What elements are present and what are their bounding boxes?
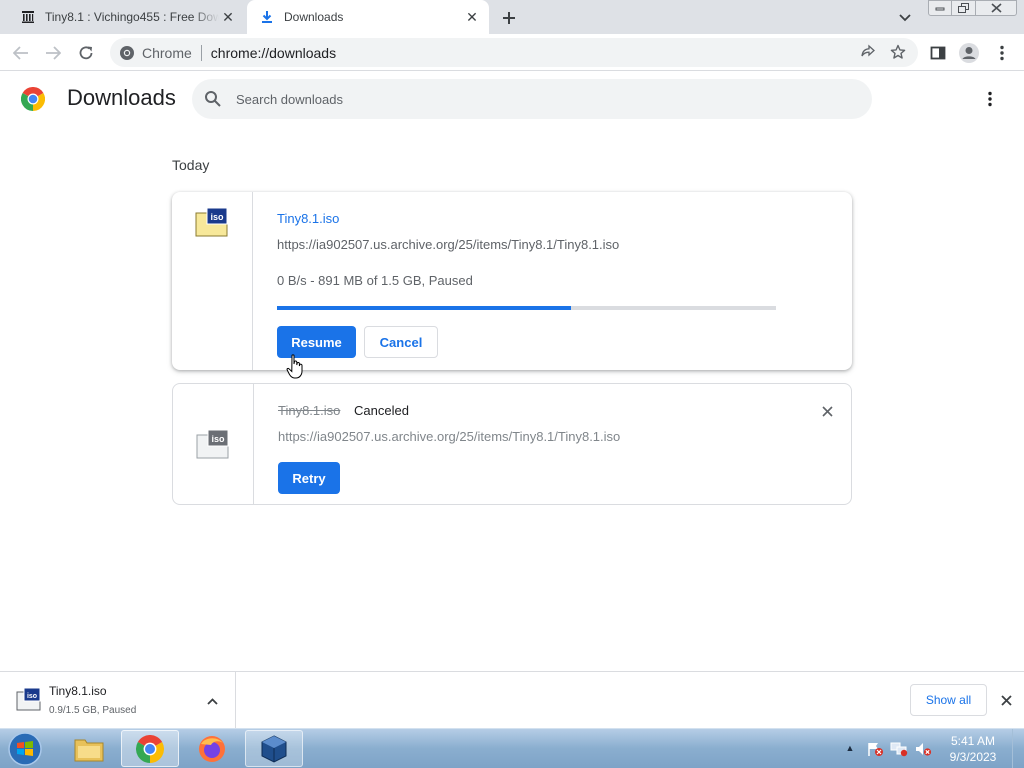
reload-icon[interactable] [74,41,98,65]
download-shelf: iso Tiny8.1.iso 0.9/1.5 GB, Paused Show … [0,671,1024,728]
svg-text:iso: iso [210,212,224,222]
browser-menu-icon[interactable] [990,41,1014,65]
search-input[interactable] [236,91,836,107]
back-icon[interactable] [9,41,33,65]
remove-from-list-icon[interactable] [817,401,837,421]
windows-taskbar: ▲ 5:41 AM 9/3/2023 [0,728,1024,768]
svg-text:iso: iso [27,693,37,700]
chrome-site-icon [119,45,135,61]
network-icon[interactable] [890,741,908,757]
search-icon [205,91,221,107]
side-panel-icon[interactable] [926,41,950,65]
share-icon[interactable] [860,44,876,63]
browser-toolbar: Chrome chrome://downloads [0,34,1024,71]
tab-title: Tiny8.1 : Vichingo455 : Free Download [45,10,219,24]
clock-date: 9/3/2023 [949,750,997,764]
action-center-flag-icon[interactable] [866,741,884,757]
taskbar-file-explorer[interactable] [60,730,118,767]
download-icon-column: iso [173,384,254,504]
taskbar-virtualbox[interactable] [245,730,303,767]
bookmark-star-icon[interactable] [890,44,906,63]
forward-icon[interactable] [41,41,65,65]
source-url-link[interactable]: https://ia902507.us.archive.org/25/items… [277,237,619,252]
date-group-heading: Today [172,157,210,173]
taskbar-firefox[interactable] [183,730,241,767]
chrome-icon [136,734,164,763]
shelf-download-item[interactable]: iso Tiny8.1.iso 0.9/1.5 GB, Paused [0,672,236,728]
tab-downloads[interactable]: Downloads ✕ [247,0,489,34]
page-title: Downloads [67,85,176,110]
chevron-up-icon[interactable] [203,692,221,710]
omnibox-divider [200,44,202,61]
retry-button[interactable]: Retry [278,462,340,494]
show-desktop-button[interactable] [1012,729,1024,768]
minimize-button[interactable] [928,0,952,16]
address-bar[interactable]: Chrome chrome://downloads [110,38,918,67]
tab-archive-org[interactable]: Tiny8.1 : Vichingo455 : Free Download ✕ [8,0,245,34]
new-tab-button[interactable] [498,7,520,29]
folder-icon [74,739,104,761]
download-icon-column: iso [172,192,253,370]
close-shelf-icon[interactable] [996,690,1016,710]
close-icon[interactable]: ✕ [463,8,481,26]
download-progress-text: 0 B/s - 891 MB of 1.5 GB, Paused [277,273,473,288]
search-bar[interactable] [192,79,872,119]
file-name-link[interactable]: Tiny8.1.iso [277,211,339,226]
chrome-logo-icon [20,86,46,111]
virtualbox-icon [261,734,287,763]
more-actions-icon[interactable] [979,87,1001,111]
system-clock[interactable]: 5:41 AM 9/3/2023 [940,733,1006,765]
show-all-button[interactable]: Show all [910,684,987,716]
tab-title: Downloads [284,10,344,24]
hand-cursor-icon [286,354,303,379]
tray-expand-icon[interactable]: ▲ [844,743,856,753]
shelf-file-name: Tiny8.1.iso [49,684,107,698]
window-close-button[interactable] [975,0,1017,16]
profile-avatar-icon[interactable] [957,41,981,65]
file-name-text: Tiny8.1.iso [278,403,341,418]
close-icon[interactable]: ✕ [219,8,237,26]
tab-strip: Tiny8.1 : Vichingo455 : Free Download ✕ … [0,0,1024,34]
iso-file-icon: iso [195,207,228,237]
downloads-header: Downloads [0,71,1024,127]
taskbar-chrome[interactable] [121,730,179,767]
restore-button[interactable] [951,0,976,16]
clock-time: 5:41 AM [950,734,996,748]
iso-file-icon: iso [16,687,41,711]
iso-file-icon: iso [196,429,229,459]
shelf-file-status: 0.9/1.5 GB, Paused [49,705,137,716]
download-item-canceled: iso Tiny8.1.iso Canceled https://ia90250… [172,383,852,505]
start-button[interactable] [6,731,44,767]
url-text[interactable]: chrome://downloads [211,45,336,61]
progress-bar-fill [277,306,572,310]
download-item-paused: iso Tiny8.1.iso https://ia902507.us.arch… [172,192,852,370]
download-icon [259,9,275,25]
cancel-button[interactable]: Cancel [364,326,438,358]
archive-org-icon [20,9,36,25]
firefox-icon [199,735,225,762]
progress-bar [277,306,776,310]
download-status-tag: Canceled [354,403,409,418]
svg-text:iso: iso [211,434,225,444]
volume-muted-icon[interactable] [914,741,932,757]
source-url-text: https://ia902507.us.archive.org/25/items… [278,429,621,444]
omnibox-chip: Chrome [142,44,192,61]
chevron-down-icon[interactable] [895,8,915,28]
